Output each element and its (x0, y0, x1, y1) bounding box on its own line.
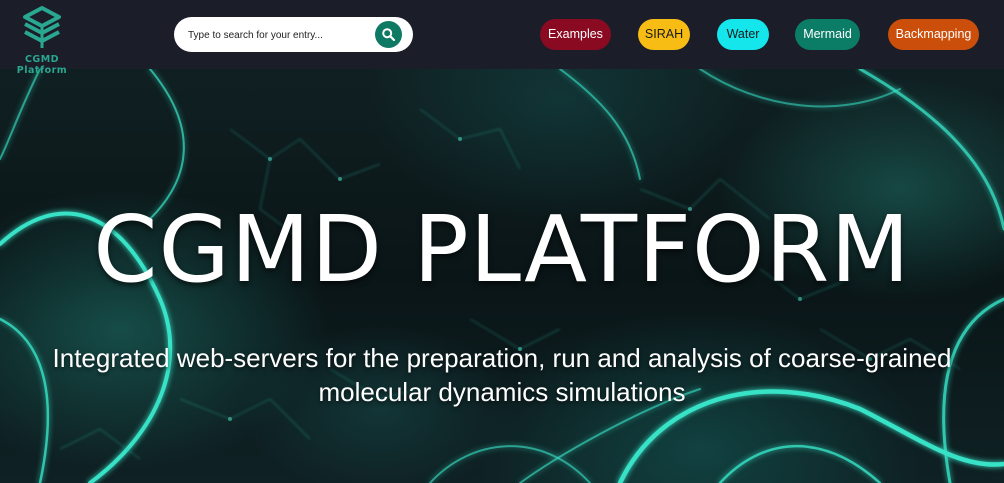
brand-name: CGMD Platform (16, 54, 68, 76)
top-navbar: CGMD Platform Examples SIRAH Water Merma… (0, 0, 1004, 76)
brand-logo[interactable]: CGMD Platform (0, 6, 84, 76)
search-box (174, 17, 413, 52)
hero-banner: CGMD PLATFORM Integrated web-servers for… (0, 69, 1004, 483)
search-icon (382, 28, 395, 41)
nav-examples-button[interactable]: Examples (540, 19, 611, 50)
nav-water-button[interactable]: Water (717, 19, 769, 50)
search-input[interactable] (188, 25, 368, 45)
nav-sirah-button[interactable]: SIRAH (638, 19, 690, 50)
nav-mermaid-button[interactable]: Mermaid (795, 19, 860, 50)
search-button[interactable] (375, 21, 402, 48)
nav-backmapping-button[interactable]: Backmapping (888, 19, 979, 50)
hero-title: CGMD PLATFORM (93, 196, 911, 303)
hero-subtitle: Integrated web-servers for the preparati… (52, 343, 952, 407)
cube-stack-logo-icon (23, 6, 61, 48)
